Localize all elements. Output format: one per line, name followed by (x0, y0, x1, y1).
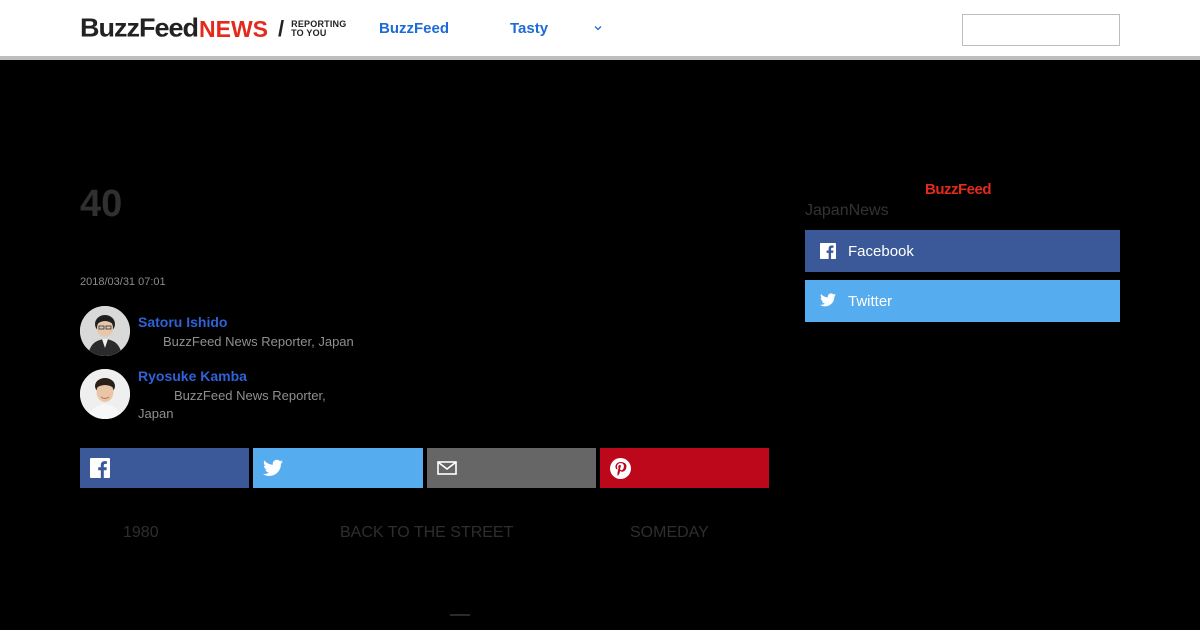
site-header: BuzzFeed NEWS / REPORTING TO YOU BuzzFee… (0, 0, 1200, 60)
author-avatar[interactable] (80, 369, 130, 419)
nav-link-tasty[interactable]: Tasty (510, 20, 548, 37)
search-input[interactable] (962, 14, 1120, 46)
logo-news-text: NEWS (199, 16, 269, 42)
mail-icon (436, 460, 457, 476)
author-role: BuzzFeed News Reporter, Japan (163, 334, 354, 349)
share-bar (80, 448, 769, 488)
related-link[interactable]: BACK TO THE STREET (340, 524, 513, 542)
author-avatar[interactable] (80, 306, 130, 356)
author-name-link[interactable]: Ryosuke Kamba (138, 368, 247, 384)
author-byline: Ryosuke Kamba BuzzFeed News Reporter, Ja… (80, 368, 400, 425)
buzzfeed-news-logo[interactable]: BuzzFeed NEWS / REPORTING TO YOU (80, 13, 351, 43)
facebook-icon (820, 243, 836, 259)
twitter-icon (263, 459, 284, 477)
facebook-icon (90, 458, 110, 478)
pinterest-icon (609, 457, 631, 479)
sidebar-title: JapanNews (805, 202, 889, 219)
share-pinterest-button[interactable] (599, 448, 769, 488)
logo-buzzfeed-text: BuzzFeed (80, 13, 199, 42)
related-link[interactable]: SOMEDAY (630, 524, 709, 542)
related-link[interactable]: 1980 (123, 524, 159, 542)
share-facebook-button[interactable] (80, 448, 250, 488)
author-byline: Satoru Ishido BuzzFeed News Reporter, Ja… (80, 306, 400, 358)
follow-facebook-button[interactable]: Facebook (805, 230, 1120, 272)
article-timestamp: 2018/03/31 07:01 (80, 276, 166, 288)
author-name-link[interactable]: Satoru Ishido (138, 314, 227, 330)
logo-slash: / (278, 16, 285, 41)
twitter-icon (820, 293, 836, 309)
article-headline: 40 (80, 183, 123, 225)
section-divider (450, 614, 470, 616)
author-role-continued: Japan (138, 406, 174, 421)
chevron-down-icon[interactable] (592, 22, 604, 34)
share-email-button[interactable] (426, 448, 596, 488)
share-twitter-button[interactable] (253, 448, 423, 488)
nav-link-buzzfeed[interactable]: BuzzFeed (379, 20, 449, 37)
follow-twitter-label: Twitter (848, 292, 893, 310)
author-role: BuzzFeed News Reporter, (174, 388, 326, 403)
sidebar-buzzfeed-logo: BuzzFeed (925, 181, 992, 198)
logo-tagline: REPORTING TO YOU (291, 19, 347, 38)
follow-facebook-label: Facebook (848, 242, 914, 260)
follow-twitter-button[interactable]: Twitter (805, 280, 1120, 322)
